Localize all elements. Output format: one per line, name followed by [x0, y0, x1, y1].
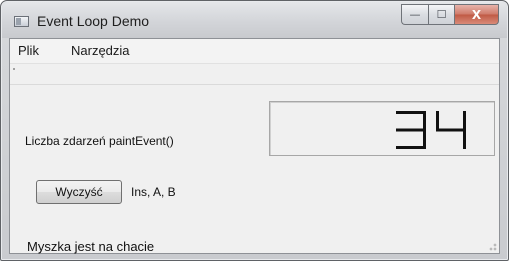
- client-area: Plik Narzędzia Liczba zdarzeń paintEvent…: [9, 38, 500, 254]
- lcd-segment-0-g: [396, 128, 426, 132]
- maximize-icon: ☐: [436, 8, 447, 21]
- clear-button[interactable]: Wyczyść: [36, 180, 122, 204]
- lcd-segment-0-b: [423, 111, 426, 130]
- menu-narzedzia[interactable]: Narzędzia: [71, 43, 130, 58]
- menu-bar: Plik Narzędzia: [10, 39, 499, 64]
- lcd-segment-1-f: [436, 111, 439, 130]
- app-window-icon[interactable]: [14, 16, 29, 27]
- pressed-keys-text: Ins, A, B: [131, 185, 176, 199]
- close-icon: X: [471, 7, 482, 22]
- minimize-button[interactable]: —: [401, 4, 428, 25]
- lcd-segment-1-b: [463, 111, 466, 130]
- lcd-counter: [269, 101, 495, 156]
- lcd-segment-1-c: [463, 130, 466, 149]
- window-title: Event Loop Demo: [37, 13, 150, 29]
- maximize-button[interactable]: ☐: [428, 4, 454, 25]
- lcd-segment-0-a: [396, 111, 426, 114]
- title-bar[interactable]: Event Loop Demo — ☐ X: [2, 2, 507, 38]
- lcd-segment-0-d: [396, 146, 426, 149]
- close-button[interactable]: X: [454, 4, 499, 25]
- minimize-icon: —: [409, 8, 421, 21]
- menu-plik[interactable]: Plik: [18, 43, 39, 58]
- caption-buttons: — ☐ X: [401, 4, 499, 25]
- toolbar-grip-icon[interactable]: [13, 68, 15, 70]
- clear-button-label: Wyczyść: [55, 185, 103, 199]
- lcd-digits: [396, 111, 466, 149]
- lcd-segment-1-g: [436, 128, 466, 132]
- status-text: Myszka jest na chacie: [27, 239, 155, 254]
- paint-event-count-label: Liczba zdarzeń paintEvent(): [25, 134, 174, 148]
- main-window: Event Loop Demo — ☐ X Plik Narzędzia Lic…: [0, 0, 509, 261]
- toolbar: [10, 64, 499, 85]
- resize-grip-icon[interactable]: [487, 241, 497, 251]
